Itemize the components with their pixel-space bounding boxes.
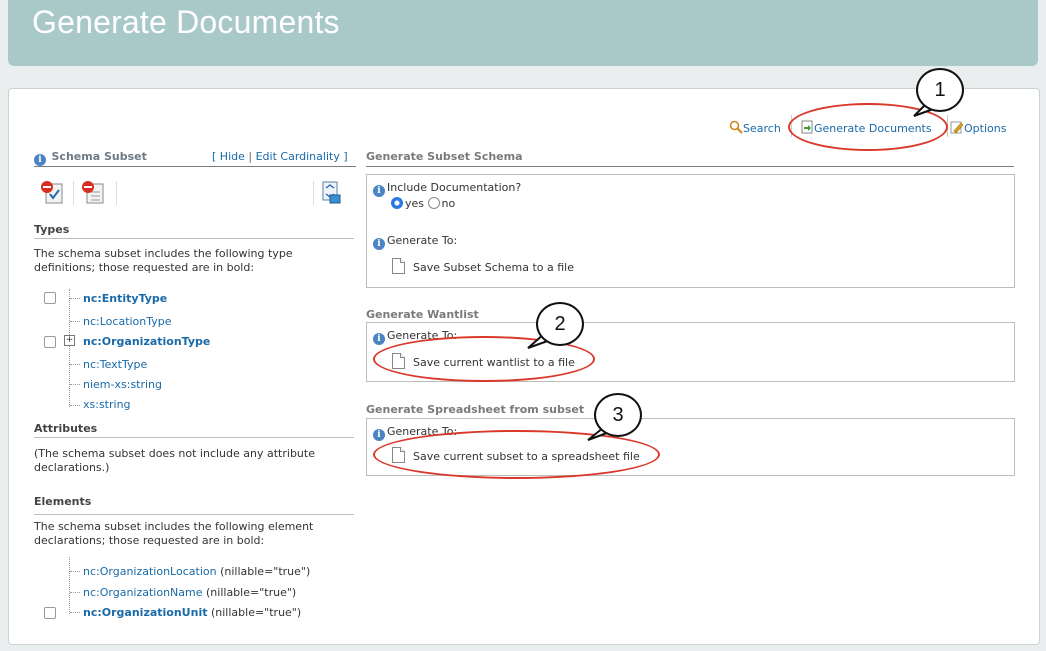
types-heading: Types — [34, 223, 70, 236]
include-documentation-options: yes no — [391, 197, 455, 210]
page-title: Generate Documents — [32, 4, 340, 40]
subset-schema-title: Generate Subset Schema — [366, 150, 523, 163]
generate-to-label: i Generate To: — [373, 234, 457, 250]
radio-selected-icon — [391, 197, 403, 209]
info-icon[interactable]: i — [373, 333, 385, 345]
tree-connector — [70, 384, 80, 385]
callout-bubble-1: 1 — [916, 68, 964, 112]
tree-connector — [70, 321, 80, 322]
schema-subset-actions: [ Hide | Edit Cardinality ] — [212, 150, 348, 163]
remove-checked-icon — [41, 181, 63, 204]
callout-bubble-3: 3 — [594, 393, 642, 437]
schema-subset-header: i Schema Subset — [34, 150, 147, 166]
callout-ellipse-spreadsheet — [373, 430, 660, 479]
element-item[interactable]: nc:OrganizationUnit (nillable="true") — [83, 606, 301, 619]
spreadsheet-title: Generate Spreadsheet from subset — [366, 403, 585, 416]
divider — [34, 514, 354, 515]
export-button[interactable] — [319, 179, 343, 208]
info-icon[interactable]: i — [373, 238, 385, 250]
edit-cardinality-link[interactable]: Edit Cardinality — [256, 150, 340, 163]
no-radio[interactable]: no — [427, 197, 455, 210]
page-header: Generate Documents — [8, 0, 1038, 66]
callout-bubble-2: 2 — [536, 302, 584, 346]
element-checkbox-organizationunit[interactable] — [44, 607, 56, 619]
include-documentation-label: i Include Documentation? — [373, 181, 521, 197]
expand-toggle[interactable]: + — [64, 335, 75, 346]
type-item[interactable]: nc:TextType — [83, 358, 147, 371]
info-icon[interactable]: i — [373, 185, 385, 197]
types-description: The schema subset includes the following… — [34, 247, 293, 274]
divider — [34, 238, 354, 239]
type-item[interactable]: nc:OrganizationType — [83, 335, 210, 348]
elements-heading: Elements — [34, 495, 92, 508]
info-icon[interactable]: i — [34, 154, 46, 166]
element-item[interactable]: nc:OrganizationName (nillable="true") — [83, 586, 296, 599]
subset-schema-box: i Include Documentation? yes no i Generate… — [366, 174, 1015, 288]
search-link[interactable]: Search — [729, 120, 781, 135]
yes-radio[interactable]: yes — [391, 197, 424, 210]
type-checkbox-entitytype[interactable] — [44, 292, 56, 304]
options-link[interactable]: Options — [950, 120, 1006, 135]
pencil-icon — [950, 121, 964, 134]
remove-all-button[interactable] — [80, 179, 106, 208]
save-subset-schema-link[interactable]: Save Subset Schema to a file — [392, 258, 574, 274]
magnifier-icon — [729, 120, 743, 134]
divider — [366, 166, 1014, 167]
tree-connector — [70, 405, 80, 406]
hide-link[interactable]: Hide — [220, 150, 245, 163]
tree-connector — [70, 298, 80, 299]
attributes-heading: Attributes — [34, 422, 98, 435]
wantlist-title: Generate Wantlist — [366, 308, 479, 321]
export-icon — [322, 181, 341, 204]
remove-list-icon — [82, 181, 104, 204]
type-item[interactable]: nc:LocationType — [83, 315, 172, 328]
type-item[interactable]: nc:EntityType — [83, 292, 167, 305]
callout-ellipse-generate-documents — [788, 103, 948, 151]
tree-connector — [70, 612, 80, 613]
tree-connector — [70, 364, 80, 365]
toolbar-divider — [313, 181, 314, 205]
attributes-description: (The schema subset does not include any … — [34, 447, 315, 474]
elements-description: The schema subset includes the following… — [34, 520, 314, 547]
remove-selected-button[interactable] — [39, 179, 65, 208]
info-icon[interactable]: i — [373, 429, 385, 441]
document-icon — [392, 258, 405, 274]
divider — [34, 166, 356, 167]
tree-connector — [70, 571, 80, 572]
type-item[interactable]: xs:string — [83, 398, 131, 411]
tree-connector — [70, 592, 80, 593]
toolbar-divider — [116, 181, 117, 205]
radio-empty-icon — [427, 197, 440, 209]
tree-connector — [69, 557, 70, 614]
divider — [34, 437, 354, 438]
element-item[interactable]: nc:OrganizationLocation (nillable="true"… — [83, 565, 310, 578]
toolbar-divider — [73, 181, 74, 205]
type-checkbox-organizationtype[interactable] — [44, 336, 56, 348]
tree-connector — [69, 289, 70, 407]
type-item[interactable]: niem-xs:string — [83, 378, 162, 391]
